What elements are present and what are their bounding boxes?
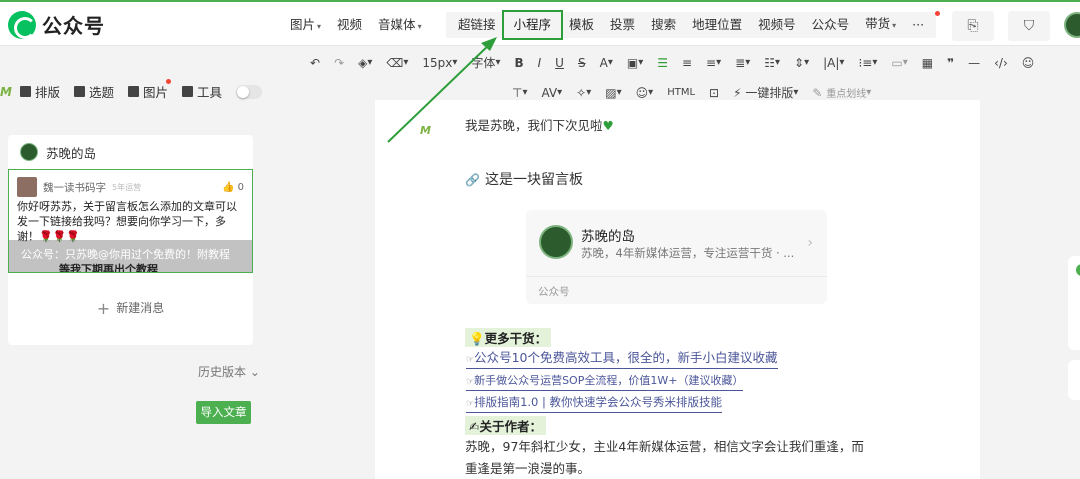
annotation-arrow: [387, 37, 497, 143]
